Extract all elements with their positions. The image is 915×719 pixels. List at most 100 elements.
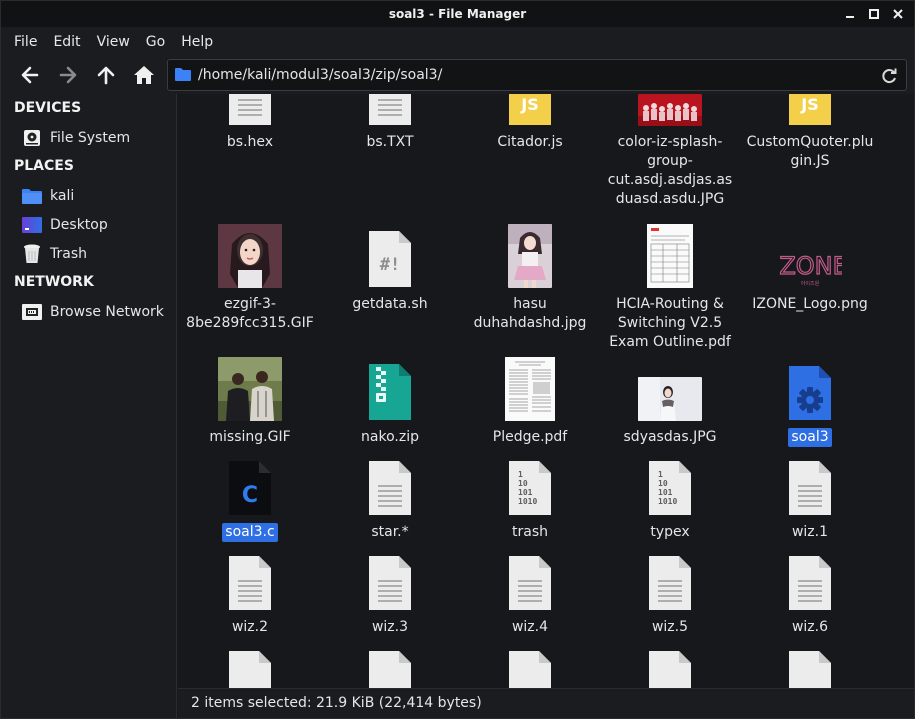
- file-manager-window: soal3 - File Manager File Edit View Go H…: [0, 0, 915, 719]
- menu-go[interactable]: Go: [146, 34, 165, 50]
- text-file-icon: [778, 452, 842, 516]
- file-item[interactable]: star.*: [320, 452, 460, 542]
- text-file-icon: [638, 547, 702, 611]
- file-item[interactable]: JS CustomQuoter.plugin.JS: [740, 94, 880, 171]
- minimize-icon[interactable]: [844, 8, 856, 20]
- executable-gear-icon: [778, 357, 842, 421]
- file-name: bs.hex: [226, 134, 274, 150]
- address-bar[interactable]: /home/kali/modul3/soal3/zip/soal3/: [167, 59, 907, 91]
- sidebar-item-trash[interactable]: Trash: [1, 239, 176, 268]
- sidebar-item-label: Trash: [50, 245, 87, 262]
- text-file-icon: [218, 94, 282, 126]
- file-item[interactable]: [460, 642, 600, 688]
- file-item[interactable]: [320, 642, 460, 688]
- menu-file[interactable]: File: [14, 34, 37, 50]
- file-item[interactable]: bs.TXT: [320, 94, 460, 152]
- sidebar-item-label: kali: [50, 187, 75, 204]
- shell-script-icon: #!: [358, 224, 422, 288]
- image-thumbnail: [218, 224, 282, 288]
- file-item[interactable]: wiz.4: [460, 547, 600, 637]
- file-item[interactable]: [600, 642, 740, 688]
- file-item[interactable]: HCIA-Routing & Switching V2.5 Exam Outli…: [600, 224, 740, 352]
- file-view[interactable]: bs.hex bs.TXT JS Citador.js color-iz-spl…: [178, 94, 914, 688]
- file-item[interactable]: wiz.6: [740, 547, 880, 637]
- javascript-file-icon: JS: [778, 94, 842, 126]
- image-thumbnail: [638, 94, 702, 126]
- file-item[interactable]: wiz.1: [740, 452, 880, 542]
- file-item[interactable]: wiz.3: [320, 547, 460, 637]
- c-source-icon: C: [218, 452, 282, 516]
- menu-view[interactable]: View: [97, 34, 130, 50]
- file-item[interactable]: Pledge.pdf: [460, 357, 600, 447]
- file-item[interactable]: wiz.5: [600, 547, 740, 637]
- file-name: wiz.2: [231, 619, 269, 635]
- home-folder-icon: [22, 186, 42, 206]
- sidebar-item-browse-network[interactable]: Browse Network: [1, 297, 176, 326]
- home-button[interactable]: [125, 58, 163, 92]
- trash-icon: [22, 244, 42, 264]
- file-item[interactable]: soal3: [740, 357, 880, 447]
- sidebar-item-label: File System: [50, 129, 131, 146]
- file-item[interactable]: JS Citador.js: [460, 94, 600, 152]
- text-file-icon: [358, 94, 422, 126]
- network-icon: [22, 302, 42, 322]
- forward-button[interactable]: [49, 58, 87, 92]
- svg-text:101: 101: [658, 488, 673, 497]
- file-item[interactable]: hasu duhahdashd.jpg: [460, 224, 600, 333]
- close-icon[interactable]: [892, 8, 904, 20]
- file-item[interactable]: [740, 642, 880, 688]
- file-item[interactable]: ezgif-3-8be289fcc315.GIF: [180, 224, 320, 333]
- file-name: Pledge.pdf: [492, 429, 568, 445]
- file-item[interactable]: 1 10 101 1010 trash: [460, 452, 600, 542]
- file-item[interactable]: missing.GIF: [180, 357, 320, 447]
- address-path: /home/kali/modul3/soal3/zip/soal3/: [198, 67, 443, 83]
- text-file-icon: [498, 642, 562, 688]
- maximize-icon[interactable]: [868, 8, 880, 20]
- menu-edit[interactable]: Edit: [53, 34, 80, 50]
- arrow-left-icon: [21, 66, 39, 84]
- javascript-file-icon: JS: [498, 94, 562, 126]
- file-item[interactable]: 1 10 101 1010 typex: [600, 452, 740, 542]
- zip-archive-icon: [358, 357, 422, 421]
- svg-text:10: 10: [658, 479, 668, 488]
- svg-text:10: 10: [518, 479, 528, 488]
- file-name: wiz.6: [791, 619, 829, 635]
- desktop-icon: [22, 215, 42, 235]
- back-button[interactable]: [11, 58, 49, 92]
- sidebar-item-file-system[interactable]: File System: [1, 123, 176, 152]
- binary-file-icon: 1 10 101 1010: [638, 452, 702, 516]
- text-file-icon: [218, 642, 282, 688]
- file-item[interactable]: color-iz-splash-group-cut.asdj.asdjas.as…: [600, 94, 740, 209]
- toolbar: /home/kali/modul3/soal3/zip/soal3/: [1, 56, 914, 94]
- file-name: HCIA-Routing & Switching V2.5 Exam Outli…: [609, 296, 731, 350]
- file-item[interactable]: C soal3.c: [180, 452, 320, 542]
- pdf-thumbnail: [498, 357, 562, 421]
- svg-text:#!: #!: [380, 255, 400, 275]
- file-name: wiz.1: [791, 524, 829, 540]
- file-item[interactable]: bs.hex: [180, 94, 320, 152]
- menu-help[interactable]: Help: [181, 34, 213, 50]
- file-name: IZONE_Logo.png: [752, 296, 868, 312]
- file-item[interactable]: IZONE아이즈원 IZONE_Logo.png: [740, 224, 880, 314]
- file-name: soal3.c: [222, 523, 278, 542]
- file-item[interactable]: sdyasdas.JPG: [600, 357, 740, 447]
- file-name: nako.zip: [361, 429, 419, 445]
- arrow-up-icon: [97, 66, 115, 85]
- svg-text:1: 1: [518, 470, 523, 479]
- svg-text:1010: 1010: [658, 497, 677, 506]
- file-item[interactable]: wiz.2: [180, 547, 320, 637]
- window-title: soal3 - File Manager: [388, 7, 527, 21]
- file-name: wiz.3: [371, 619, 409, 635]
- file-name: getdata.sh: [352, 296, 428, 312]
- reload-icon[interactable]: [880, 67, 898, 89]
- file-name: bs.TXT: [366, 134, 414, 150]
- sidebar-item-desktop[interactable]: Desktop: [1, 210, 176, 239]
- file-name: wiz.4: [511, 619, 549, 635]
- svg-text:C: C: [242, 483, 258, 508]
- file-item[interactable]: nako.zip: [320, 357, 460, 447]
- file-item[interactable]: #! getdata.sh: [320, 224, 460, 314]
- up-button[interactable]: [87, 58, 125, 92]
- sidebar-item-kali[interactable]: kali: [1, 181, 176, 210]
- file-name: star.*: [371, 524, 409, 540]
- file-item[interactable]: [180, 642, 320, 688]
